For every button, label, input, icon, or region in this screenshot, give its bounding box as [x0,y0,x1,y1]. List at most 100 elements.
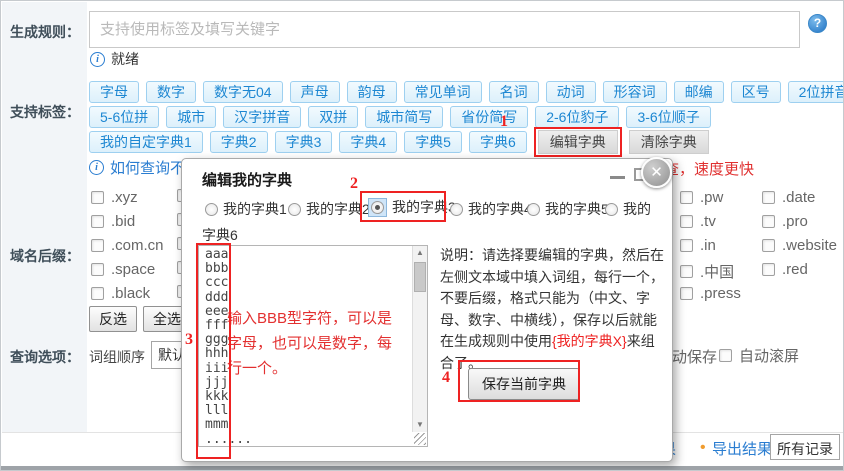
radio-icon [205,203,218,216]
tag-city[interactable]: 城市 [166,106,216,128]
tag-sequence[interactable]: 3-6位顺子 [626,106,710,128]
suffix-zhongguo[interactable]: .中国 [680,261,734,282]
radio-my-dict-3-selected[interactable]: 我的字典3 [368,197,456,217]
suffix-press[interactable]: .press [680,285,741,302]
suffix-red[interactable]: .red [762,261,808,278]
radio-icon [450,203,463,216]
tag-digits[interactable]: 数字 [146,81,196,103]
tag-shuangpin[interactable]: 双拼 [308,106,358,128]
tag-adjectives[interactable]: 形容词 [603,81,667,103]
tag-dict-4[interactable]: 字典4 [339,131,397,153]
window-bottom-edge [1,466,844,470]
step-number-1: 1 [500,113,508,131]
suffix-xyz[interactable]: .xyz [91,189,138,206]
checkbox-icon [762,263,775,276]
tag-56pinyin[interactable]: 5-6位拼 [89,106,159,128]
suffix-space[interactable]: .space [91,261,155,278]
scrollbar[interactable]: ▲ ▼ [412,246,427,432]
tag-my-dict-1[interactable]: 我的自定字典1 [89,131,203,153]
step-number-2: 2 [350,175,358,193]
checkbox-icon [719,349,732,362]
resize-grip-icon[interactable] [414,433,426,445]
tag-province-abbr[interactable]: 省份简写 [450,106,528,128]
radio-selected-icon [371,201,384,214]
dialog-instructions: 说明：请选择要编辑的字典，然后在左侧文本域中填入词组，每行一个，不要后缀，格式只… [440,245,668,374]
dialog-title: 编辑我的字典 [202,169,292,190]
sidebar: 生成规则： 支持标签： 域名后缀： 查询选项： [2,2,87,432]
radio-my-dict-4[interactable]: 我的字典4 [450,199,532,219]
auto-scroll-checkbox[interactable]: 自动滚屏 [719,345,799,366]
red-annotation-note: 输入BBB型字符，可以是字母，也可以是数字，每行一个。 [227,306,397,381]
tag-letters[interactable]: 字母 [89,81,139,103]
step-number-4: 4 [442,369,450,387]
tag-dict-2[interactable]: 字典2 [210,131,268,153]
word-order-label: 词组顺序 [89,347,145,367]
suffix-in[interactable]: .in [680,237,716,254]
tag-common-words[interactable]: 常见单词 [404,81,482,103]
tag-dict-5[interactable]: 字典5 [404,131,462,153]
help-icon[interactable]: ? [808,14,827,33]
suffix-com-cn[interactable]: .com.cn [91,237,164,254]
tag-nouns[interactable]: 名词 [489,81,539,103]
save-current-dict-button[interactable]: 保存当前字典 [468,368,580,400]
label-supported-tags: 支持标签： [10,102,80,122]
hint-link-fragment[interactable]: i 如何查询不 [89,157,185,178]
label-domain-suffix: 域名后缀： [10,246,80,266]
edit-dict-button[interactable]: 编辑字典 [538,130,618,154]
suffix-date[interactable]: .date [762,189,815,206]
scrollbar-thumb[interactable] [414,262,426,292]
tag-dict-6[interactable]: 字典6 [469,131,527,153]
tag-initials[interactable]: 声母 [290,81,340,103]
tag-row-2: 5-6位拼 城市 汉字拼音 双拼 城市简写 省份简写 2-6位豹子 3-6位顺子 [89,106,711,128]
export-results-link[interactable]: 导出结果 [712,438,772,459]
radio-my-dict-1[interactable]: 我的字典1 [205,199,287,219]
tag-dict-3[interactable]: 字典3 [275,131,333,153]
tag-city-abbr[interactable]: 城市简写 [365,106,443,128]
rule-input[interactable] [89,11,800,48]
radio-my-dict-5[interactable]: 我的字典5 [527,199,609,219]
checkbox-icon [762,239,775,252]
radio-icon [288,203,301,216]
suffix-bid[interactable]: .bid [91,213,135,230]
suffix-black[interactable]: .black [91,285,150,302]
suffix-pw[interactable]: .pw [680,189,723,206]
checkbox-icon [91,215,104,228]
tag-zipcode[interactable]: 邮编 [674,81,724,103]
radio-my-dict-2[interactable]: 我的字典2 [288,199,370,219]
label-query-options: 查询选项： [10,347,80,367]
scroll-down-icon[interactable]: ▼ [413,418,427,432]
tag-2pinyin[interactable]: 2位拼音 [788,81,844,103]
status-row: i 就绪 [90,49,139,69]
tag-row-1: 字母 数字 数字无04 声母 韵母 常见单词 名词 动词 形容词 邮编 区号 2… [89,81,844,103]
scroll-up-icon[interactable]: ▲ [413,246,427,260]
records-filter-select[interactable]: 所有记录 [770,434,840,460]
checkbox-icon [762,215,775,228]
tag-areacode[interactable]: 区号 [731,81,781,103]
radio-my-dict-6[interactable]: 我的 [605,199,651,219]
edit-dictionary-dialog: 编辑我的字典 ✕ 我的字典1 我的字典2 我的字典3 我的字典4 我的字典5 我… [181,158,673,462]
radio-icon [527,203,540,216]
radio-focus-box [368,198,387,217]
suffix-pro[interactable]: .pro [762,213,808,230]
tag-hanzi-pinyin[interactable]: 汉字拼音 [223,106,301,128]
tag-digits-no04[interactable]: 数字无04 [203,81,283,103]
tag-finals[interactable]: 韵母 [347,81,397,103]
bullet-icon: • [700,439,706,457]
suffix-website[interactable]: .website [762,237,837,254]
clear-dict-button[interactable]: 清除字典 [629,130,709,154]
close-icon[interactable]: ✕ [641,157,672,188]
minimize-icon[interactable] [610,176,625,179]
checkbox-icon [680,215,693,228]
checkbox-icon [680,191,693,204]
checkbox-icon [762,191,775,204]
tag-verbs[interactable]: 动词 [546,81,596,103]
step-number-3: 3 [185,331,193,349]
tag-repeating[interactable]: 2-6位豹子 [535,106,619,128]
suffix-tv[interactable]: .tv [680,213,716,230]
dictionary-textarea[interactable]: aaabbb cccddd eeefff ggghhh iiijjj kkkll… [198,245,428,447]
checkbox-icon [680,239,693,252]
invert-selection-button[interactable]: 反选 [89,306,137,332]
info-icon: i [90,52,105,67]
tag-row-3: 我的自定字典1 字典2 字典3 字典4 字典5 字典6 编辑字典 清除字典 [89,130,709,154]
checkbox-icon [680,265,693,278]
